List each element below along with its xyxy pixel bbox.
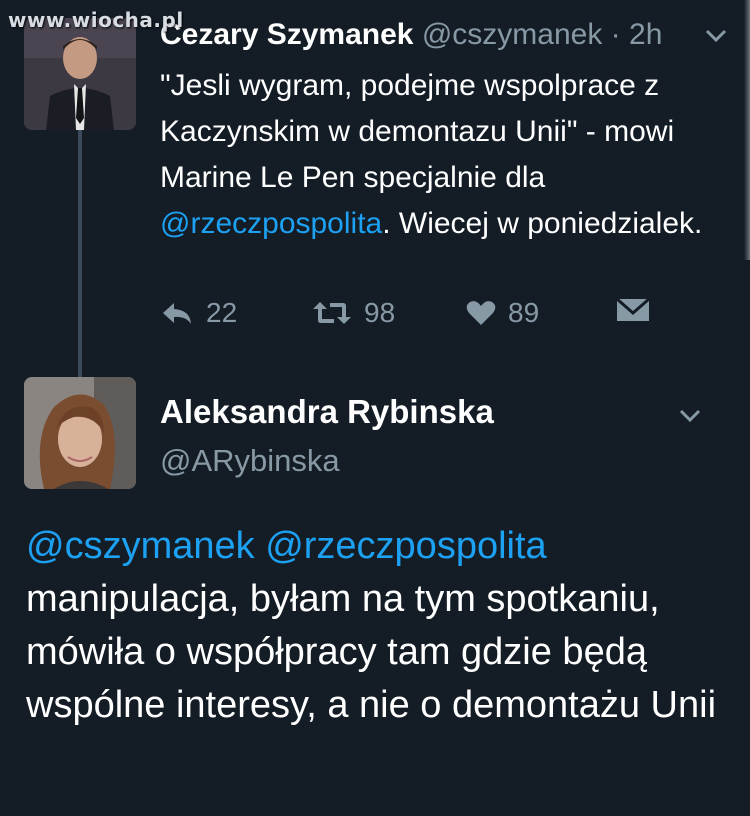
- direct-message-button[interactable]: [616, 297, 650, 323]
- tweet1-text: "Jesli wygram, podejme wspolprace z Kacz…: [160, 63, 730, 247]
- retweet-button[interactable]: 98: [312, 297, 395, 329]
- reply-count: 22: [206, 297, 238, 328]
- retweet-icon: [313, 302, 351, 324]
- separator: ·: [610, 18, 621, 51]
- mention-link[interactable]: @rzeczpospolita: [160, 207, 382, 240]
- avatar-photo: [24, 377, 136, 489]
- tweet2-text: @cszymanek @rzeczpospolita manipulacja, …: [26, 520, 736, 732]
- author-name[interactable]: Cezary Szymanek: [160, 18, 413, 51]
- like-button[interactable]: 89: [466, 297, 539, 329]
- mention-links[interactable]: @cszymanek @rzeczpospolita: [26, 525, 547, 567]
- avatar[interactable]: [24, 377, 136, 489]
- thread-line: [78, 130, 82, 378]
- tweet-text: "Jesli wygram, podejme wspolprace z Kacz…: [160, 69, 675, 194]
- reply-button[interactable]: 22: [160, 297, 237, 329]
- avatar[interactable]: [24, 18, 136, 130]
- heart-icon: [466, 301, 496, 325]
- chevron-down-icon[interactable]: [704, 20, 728, 51]
- timestamp[interactable]: 2h: [629, 18, 662, 51]
- author-name[interactable]: Aleksandra Rybinska: [160, 393, 494, 431]
- avatar-photo: [24, 18, 136, 130]
- author-handle[interactable]: @cszymanek: [422, 18, 603, 51]
- watermark: www.wiocha.pl: [8, 8, 184, 32]
- author-handle[interactable]: @ARybinska: [160, 443, 340, 479]
- tweet-text: manipulacja, byłam na tym spotkaniu, mów…: [26, 578, 717, 726]
- retweet-count: 98: [364, 297, 396, 328]
- reply-icon: [163, 303, 191, 324]
- tweet-text-end: . Wiecej w poniedzialek.: [382, 207, 703, 240]
- envelope-icon: [616, 297, 650, 321]
- tweet1-header: Cezary Szymanek @cszymanek · 2h: [160, 16, 662, 54]
- like-count: 89: [508, 297, 540, 328]
- scroll-edge: [744, 0, 750, 260]
- chevron-down-icon[interactable]: [678, 400, 702, 431]
